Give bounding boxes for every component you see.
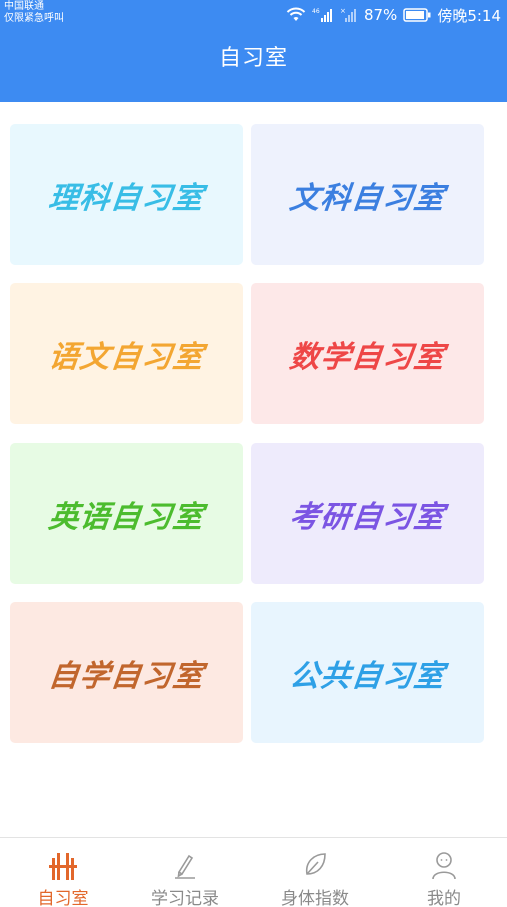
room-card-english[interactable]: 英语自习室 (10, 443, 243, 584)
user-icon (429, 850, 459, 880)
tab-label: 自习室 (37, 889, 89, 907)
battery-percent: 87% (363, 6, 398, 24)
app-header: 中国联通 仅限紧急呼叫 46 × 87% 傍晚5:14 自习室 (0, 0, 507, 102)
tab-study-room[interactable]: 自习室 (0, 838, 126, 907)
room-label: 公共自习室 (287, 658, 447, 694)
tab-study-records[interactable]: 学习记录 (122, 838, 248, 907)
signal-icon: × (340, 7, 356, 22)
leaf-icon (300, 850, 330, 880)
room-card-liberal-arts[interactable]: 文科自习室 (251, 124, 484, 265)
tab-label: 学习记录 (151, 889, 219, 907)
tab-body-index[interactable]: 身体指数 (252, 838, 378, 907)
room-card-science[interactable]: 理科自习室 (10, 124, 243, 265)
room-label: 语文自习室 (46, 339, 206, 375)
bottom-tab-bar: 自习室 学习记录 身体指数 我的 (0, 838, 507, 907)
tab-label: 我的 (427, 889, 461, 907)
status-icons: 46 × 87% 傍晚5:14 (286, 5, 501, 25)
room-label: 文科自习室 (287, 180, 447, 216)
room-card-self-study[interactable]: 自学自习室 (10, 602, 243, 743)
page-title: 自习室 (218, 46, 288, 71)
study-room-icon (46, 850, 80, 880)
room-card-math[interactable]: 数学自习室 (251, 283, 484, 424)
room-card-chinese[interactable]: 语文自习室 (10, 283, 243, 424)
room-label: 理科自习室 (46, 180, 206, 216)
clock: 傍晚5:14 (437, 6, 501, 25)
room-card-public[interactable]: 公共自习室 (251, 602, 484, 743)
tab-mine[interactable]: 我的 (381, 838, 507, 907)
room-card-postgraduate[interactable]: 考研自习室 (251, 443, 484, 584)
svg-text:×: × (340, 7, 346, 15)
svg-text:46: 46 (312, 8, 320, 15)
battery-icon (403, 8, 431, 22)
room-label: 考研自习室 (287, 499, 447, 535)
carrier-info: 中国联通 仅限紧急呼叫 (4, 1, 64, 25)
room-label: 自学自习室 (46, 658, 206, 694)
emergency-only-text: 仅限紧急呼叫 (4, 13, 64, 24)
room-label: 数学自习室 (287, 339, 447, 375)
tab-label: 身体指数 (281, 889, 349, 907)
pen-icon (170, 850, 200, 880)
signal-icon: 46 (312, 8, 332, 22)
room-label: 英语自习室 (46, 499, 206, 535)
wifi-icon (286, 7, 306, 21)
carrier-name: 中国联通 (4, 1, 44, 12)
status-bar: 中国联通 仅限紧急呼叫 46 × 87% 傍晚5:14 (0, 0, 507, 30)
